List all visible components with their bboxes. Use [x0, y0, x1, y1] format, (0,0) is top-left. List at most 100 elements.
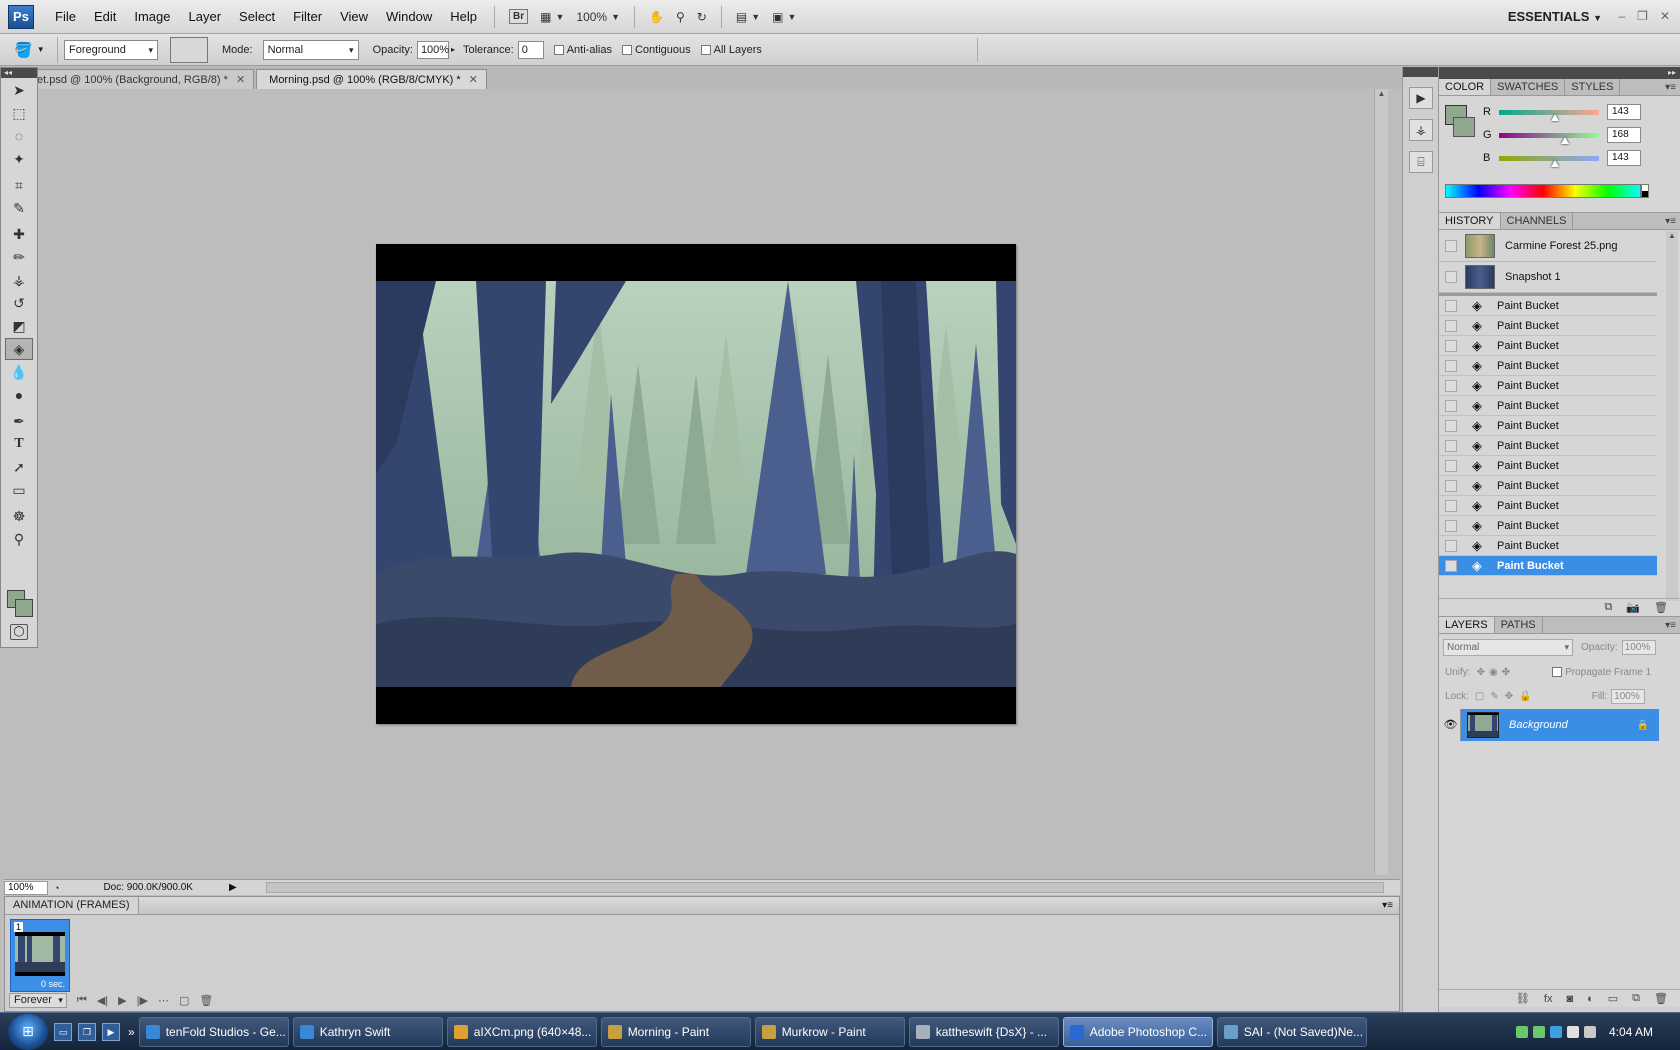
history-brush-source-checkbox[interactable] [1445, 559, 1457, 572]
lock-position-icon[interactable]: ✥ [1505, 691, 1513, 702]
hand-tool-button[interactable]: ✋ [643, 5, 670, 29]
pattern-picker[interactable] [170, 36, 208, 63]
fill-source-select[interactable]: Foreground [64, 39, 158, 60]
network-icon[interactable] [1516, 1026, 1528, 1038]
history-brush-source-checkbox[interactable] [1445, 419, 1457, 432]
healing-brush-tool-icon[interactable]: ✚ [5, 223, 33, 245]
eyedropper-tool-icon[interactable]: ✎ [5, 197, 33, 219]
layer-opacity-input[interactable]: 100% [1621, 639, 1656, 655]
marquee-tool-icon[interactable]: ⬚ [5, 102, 33, 124]
tab-swatches[interactable]: SWATCHES [1491, 79, 1566, 95]
tween-icon[interactable]: ⋯ [158, 994, 169, 1007]
taskbar-button[interactable]: SAI - (Not Saved)Ne... [1216, 1016, 1367, 1047]
tool-preset-picker[interactable]: 🪣 ▼ [14, 36, 58, 63]
blue-slider[interactable] [1499, 155, 1599, 167]
slider-thumb-icon[interactable] [1551, 113, 1559, 121]
blur-tool-icon[interactable]: 💧 [5, 361, 33, 383]
screen-mode-button[interactable]: ▣ ▼ [766, 5, 802, 29]
volume-icon[interactable] [1567, 1026, 1579, 1038]
menu-filter[interactable]: Filter [284, 0, 331, 34]
dropbox-icon[interactable] [1550, 1026, 1562, 1038]
color-spectrum-ramp[interactable] [1445, 184, 1641, 198]
close-icon[interactable]: ✕ [1660, 0, 1670, 32]
new-group-icon[interactable]: ▭ [1608, 992, 1618, 1005]
panel-menu-icon[interactable]: ▾≡ [1665, 79, 1676, 96]
power-icon[interactable] [1584, 1026, 1596, 1038]
zoom-tool-icon[interactable]: ⚲ [5, 528, 33, 550]
menu-edit[interactable]: Edit [85, 0, 125, 34]
menu-layer[interactable]: Layer [180, 0, 231, 34]
green-slider[interactable] [1499, 132, 1599, 144]
workspace-switcher[interactable]: ESSENTIALS ▼ [1508, 0, 1602, 35]
blue-value-input[interactable]: 143 [1607, 150, 1641, 166]
new-snapshot-icon[interactable]: 📷 [1626, 601, 1640, 614]
lock-transparent-icon[interactable]: ▢ [1475, 691, 1484, 702]
history-state[interactable]: ◈ Paint Bucket [1439, 456, 1657, 476]
taskbar-button[interactable]: Kathryn Swift [292, 1016, 443, 1047]
crop-tool-icon[interactable]: ⌗ [5, 174, 33, 196]
delete-icon[interactable]: 🗑 [1654, 992, 1668, 1005]
tolerance-input[interactable]: 0 [517, 40, 544, 59]
black-white-ramp[interactable] [1641, 184, 1649, 198]
history-brush-source-checkbox[interactable] [1445, 479, 1457, 492]
delete-icon[interactable]: 🗑 [1654, 601, 1668, 614]
menu-select[interactable]: Select [230, 0, 284, 34]
tab-animation-frames[interactable]: ANIMATION (FRAMES) [5, 897, 139, 914]
3d-rotate-tool-icon[interactable]: ☸ [5, 505, 33, 527]
history-brush-source-checkbox[interactable] [1445, 439, 1457, 452]
history-state[interactable]: ◈ Paint Bucket [1439, 416, 1657, 436]
history-brush-source-checkbox[interactable] [1445, 271, 1457, 283]
dock-collapse-handle[interactable]: ▸▸ [1439, 67, 1680, 79]
panel-menu-icon[interactable]: ▾≡ [1665, 213, 1676, 230]
close-icon[interactable]: ✕ [236, 73, 245, 86]
clone-stamp-tool-icon[interactable]: ⚶ [5, 269, 33, 291]
history-state[interactable]: ◈ Paint Bucket [1439, 336, 1657, 356]
new-document-from-state-icon[interactable]: ⧉ [1604, 601, 1612, 614]
taskbar-button[interactable]: Murkrow - Paint [754, 1016, 905, 1047]
anti-alias-checkbox[interactable] [553, 44, 564, 55]
minimize-icon[interactable]: – [1618, 0, 1625, 32]
tab-layers[interactable]: LAYERS [1439, 617, 1495, 633]
switch-windows-icon[interactable]: ❐ [78, 1022, 96, 1041]
menu-view[interactable]: View [331, 0, 377, 34]
delete-frame-icon[interactable]: 🗑 [199, 994, 213, 1007]
frame-delay[interactable]: 0 sec. [41, 979, 65, 989]
history-state[interactable]: ◈ Paint Bucket [1439, 476, 1657, 496]
play-icon[interactable]: ▶ [118, 994, 126, 1007]
tab-channels[interactable]: CHANNELS [1501, 213, 1574, 229]
history-scrollbar[interactable]: ▲ [1666, 231, 1678, 601]
panel-menu-icon[interactable]: ▾≡ [1382, 900, 1393, 911]
duplicate-frame-icon[interactable]: ▢ [179, 994, 189, 1007]
link-layers-icon[interactable]: ⛓ [1516, 992, 1530, 1005]
history-brush-source-checkbox[interactable] [1445, 399, 1457, 412]
restore-icon[interactable]: ❐ [1637, 0, 1648, 32]
menu-file[interactable]: File [46, 0, 85, 34]
history-snapshot[interactable]: Carmine Forest 25.png [1439, 231, 1657, 262]
layer-fill-input[interactable]: 100% [1611, 688, 1646, 704]
menu-image[interactable]: Image [125, 0, 179, 34]
magic-wand-tool-icon[interactable]: ✦ [5, 148, 33, 170]
history-state[interactable]: ◈ Paint Bucket [1439, 536, 1657, 556]
zoom-tool-button[interactable]: ⚲ [670, 5, 691, 29]
dock-collapse-handle[interactable] [1403, 67, 1438, 77]
dodge-tool-icon[interactable]: ● [5, 384, 33, 406]
history-brush-source-checkbox[interactable] [1445, 299, 1457, 312]
eraser-tool-icon[interactable]: ◩ [5, 315, 33, 337]
slider-thumb-icon[interactable] [1551, 159, 1559, 167]
taskbar-button[interactable]: tenFold Studios - Ge... [138, 1016, 289, 1047]
zoom-level-dropdown[interactable]: 100% ▼ [570, 5, 626, 29]
opacity-slider-arrow-icon[interactable]: ▸ [451, 45, 455, 54]
shape-tool-icon[interactable]: ▭ [5, 479, 33, 501]
history-state[interactable]: ◈ Paint Bucket [1439, 496, 1657, 516]
quick-launch-more-icon[interactable]: » [128, 1025, 135, 1039]
history-brush-source-checkbox[interactable] [1445, 319, 1457, 332]
history-brush-source-checkbox[interactable] [1445, 240, 1457, 252]
red-value-input[interactable]: 143 [1607, 104, 1641, 120]
taskbar-button[interactable]: Morning - Paint [600, 1016, 751, 1047]
bridge-button[interactable]: Br [503, 5, 534, 29]
layer-style-icon[interactable]: fx [1544, 993, 1553, 1005]
status-menu-arrow-icon[interactable]: ▶ [229, 882, 237, 893]
menu-help[interactable]: Help [441, 0, 486, 34]
layer-mask-icon[interactable]: ◙ [1566, 993, 1573, 1005]
red-slider[interactable] [1499, 109, 1599, 121]
